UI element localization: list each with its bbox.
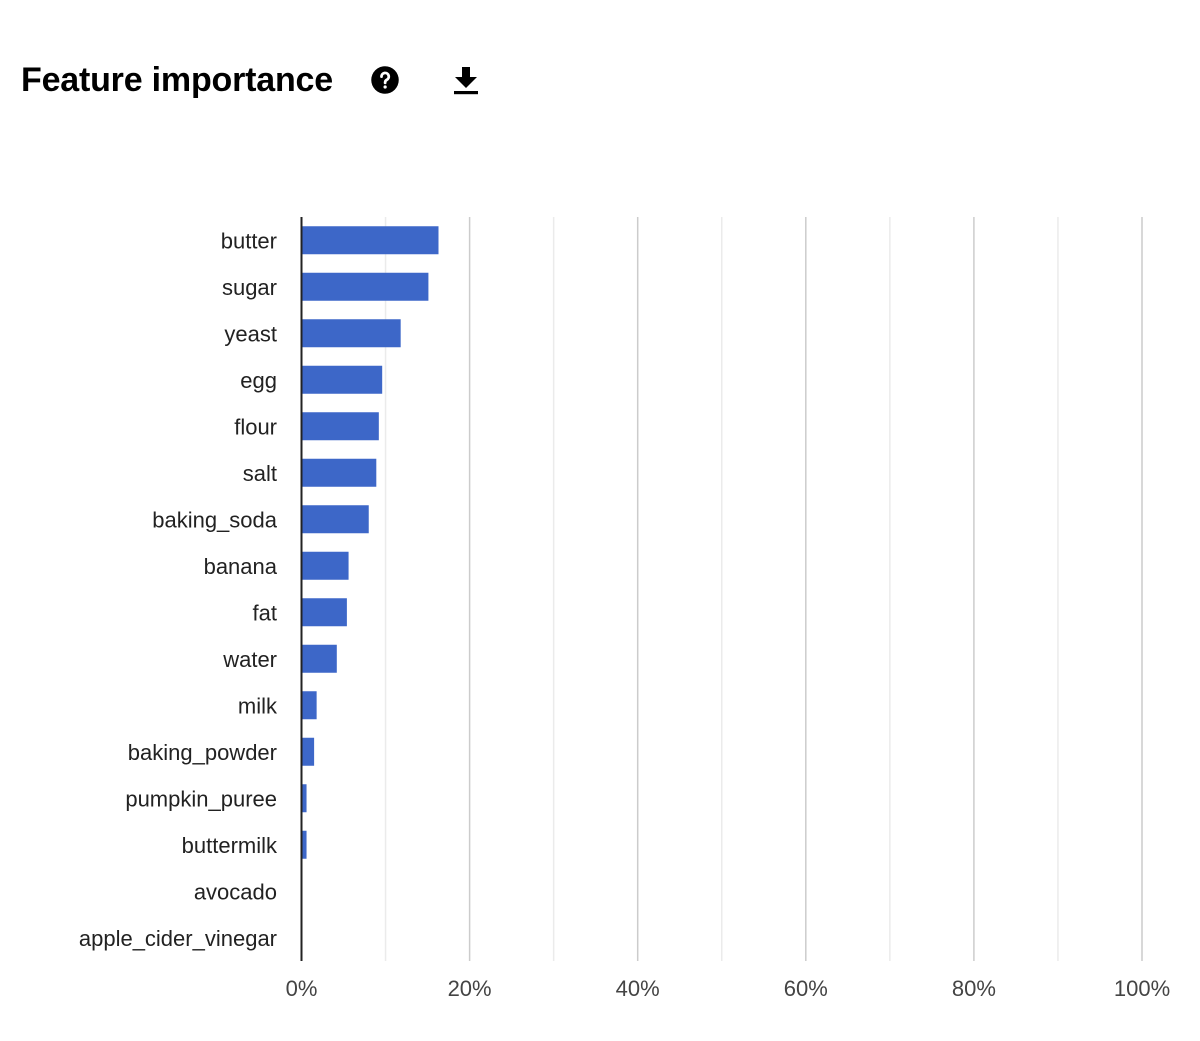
y-tick-label: flour [234,414,277,439]
x-tick-label: 40% [616,976,660,1001]
y-tick-label: yeast [224,321,277,346]
bar-sugar[interactable] [301,272,429,301]
y-tick-label: pumpkin_puree [125,786,277,811]
x-tick-label: 20% [448,976,492,1001]
y-tick-label: water [222,647,277,672]
y-tick-label: milk [238,693,278,718]
y-tick-label: salt [243,461,277,486]
y-tick-label: banana [204,554,278,579]
y-tick-label: baking_soda [152,507,278,532]
y-tick-label: fat [253,600,277,625]
x-tick-label: 0% [286,976,318,1001]
x-tick-label: 60% [784,976,828,1001]
bars [301,226,439,859]
bar-salt[interactable] [301,458,377,487]
y-tick-label: butter [221,228,277,253]
y-tick-label: sugar [222,275,277,300]
y-tick-label: avocado [194,879,277,904]
feature-importance-chart: butter sugar yeast egg flour salt baking_sodab… [79,217,1171,1001]
x-axis-labels: 0% 20% 40% 60% 80% 100% [286,976,1171,1001]
gridlines [384,217,1143,961]
bar-baking_powder[interactable] [301,737,315,766]
y-tick-label: apple_cider_vinegar [79,926,277,951]
y-tick-label: egg [240,368,277,393]
y-tick-label: baking_powder [128,740,277,765]
y-tick-label: buttermilk [182,833,278,858]
bar-fat[interactable] [301,598,347,627]
bar-milk[interactable] [301,691,317,720]
bar-egg[interactable] [301,365,383,394]
x-tick-label: 100% [1114,976,1170,1001]
y-axis-labels: butter sugar yeast egg flour salt baking_sodab… [79,228,278,951]
bar-flour[interactable] [301,412,379,441]
bar-butter[interactable] [301,226,439,255]
bar-baking_soda[interactable] [301,505,369,534]
bar-yeast[interactable] [301,319,401,348]
x-tick-label: 80% [952,976,996,1001]
bar-water[interactable] [301,644,337,673]
bar-banana[interactable] [301,551,349,580]
